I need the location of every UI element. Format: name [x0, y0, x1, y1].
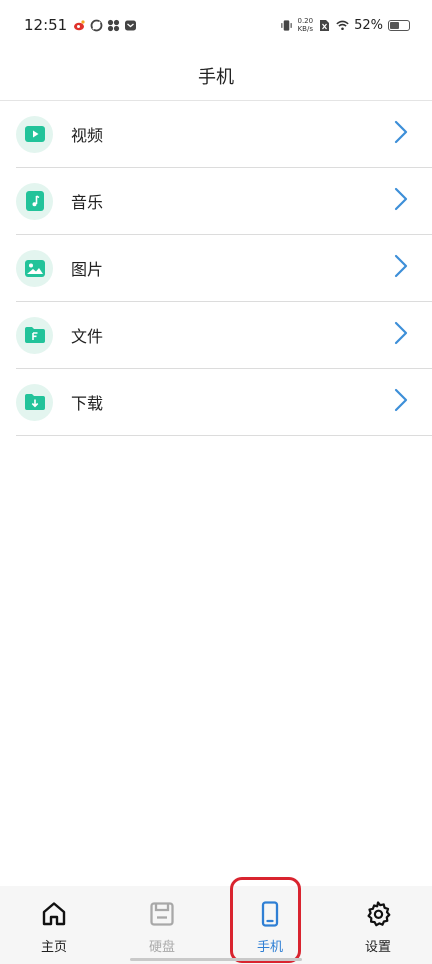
list-item-label: 视频 — [71, 126, 104, 145]
nav-item-phone[interactable]: 手机 — [216, 886, 324, 964]
status-time: 12:51 — [24, 16, 68, 34]
nav-item-disk[interactable]: 硬盘 — [108, 886, 216, 964]
list-item-label: 文件 — [71, 327, 104, 346]
message-app-icon — [124, 19, 137, 32]
list-item-file[interactable]: 文件 — [16, 302, 432, 369]
battery-icon — [388, 19, 410, 31]
home-icon — [40, 900, 68, 932]
category-list: 视频 音乐 图片 文件 下载 — [0, 101, 432, 436]
chevron-right-icon — [394, 321, 408, 349]
video-icon — [16, 115, 53, 153]
nav-label: 手机 — [256, 940, 283, 955]
file-icon — [16, 316, 53, 354]
disk-icon — [148, 900, 176, 932]
list-item-music[interactable]: 音乐 — [16, 168, 432, 235]
nav-label: 主页 — [40, 940, 67, 955]
nav-label: 硬盘 — [148, 940, 175, 955]
net-speed-unit: KB/s — [297, 25, 313, 33]
page-title: 手机 — [198, 67, 234, 88]
sync-app-icon — [90, 19, 103, 32]
net-speed: 0.20 KB/s — [298, 17, 314, 33]
nav-item-settings[interactable]: 设置 — [324, 886, 432, 964]
chevron-right-icon — [394, 120, 408, 148]
battery-percent: 52% — [354, 17, 383, 33]
list-item-label: 音乐 — [71, 193, 104, 212]
nav-item-home[interactable]: 主页 — [0, 886, 108, 964]
chevron-right-icon — [394, 388, 408, 416]
list-item-download[interactable]: 下载 — [16, 369, 432, 436]
no-sim-icon — [318, 19, 331, 32]
chevron-right-icon — [394, 187, 408, 215]
nav-label: 设置 — [364, 940, 391, 955]
list-item-image[interactable]: 图片 — [16, 235, 432, 302]
battery-fill — [390, 21, 399, 29]
vibrate-icon — [280, 19, 293, 32]
app-grid-icon — [107, 19, 120, 32]
weibo-icon — [73, 19, 86, 32]
notification-icons — [73, 19, 137, 32]
bottom-nav: 主页 硬盘 手机 设置 — [0, 886, 432, 964]
list-item-label: 下载 — [71, 394, 104, 413]
home-indicator[interactable] — [130, 958, 302, 961]
list-item-label: 图片 — [71, 260, 104, 279]
status-right: 0.20 KB/s 52% — [280, 17, 410, 33]
music-icon — [16, 182, 53, 220]
phone-icon — [256, 900, 284, 932]
wifi-icon — [336, 19, 349, 32]
download-icon — [16, 383, 53, 421]
net-speed-value: 0.20 — [297, 17, 314, 25]
list-item-video[interactable]: 视频 — [16, 101, 432, 168]
settings-icon — [364, 900, 392, 932]
chevron-right-icon — [394, 254, 408, 282]
page-header: 手机 — [0, 52, 432, 100]
image-icon — [16, 249, 53, 287]
status-bar: 12:51 0.20 KB/s 52% — [0, 0, 432, 50]
